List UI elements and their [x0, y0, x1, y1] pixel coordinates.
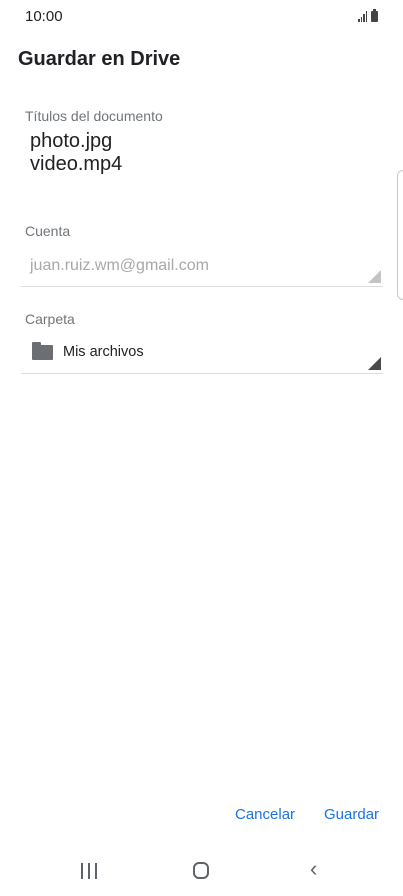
doc-title-item: video.mp4	[30, 153, 123, 175]
navigation-bar: ‹	[0, 852, 403, 896]
folder-dropdown[interactable]: Mis archivos	[21, 336, 383, 374]
cancel-button[interactable]: Cancelar	[235, 806, 295, 823]
back-icon[interactable]: ‹	[310, 858, 317, 880]
doc-title-item: photo.jpg	[30, 130, 113, 152]
signal-icon	[358, 11, 367, 22]
status-time: 10:00	[25, 8, 63, 25]
recents-icon[interactable]	[81, 863, 97, 879]
dropdown-arrow-icon	[368, 270, 381, 283]
doc-titles-list: photo.jpg video.mp4	[30, 130, 122, 176]
dropdown-arrow-icon	[368, 357, 381, 370]
scroll-handle[interactable]	[397, 170, 403, 300]
folder-value: Mis archivos	[63, 344, 144, 360]
account-value: juan.ruiz.wm@gmail.com	[30, 257, 209, 274]
save-button[interactable]: Guardar	[324, 806, 379, 823]
account-label: Cuenta	[25, 223, 71, 239]
status-icons	[358, 9, 378, 22]
battery-icon	[371, 9, 378, 22]
page-title: Guardar en Drive	[18, 48, 181, 70]
folder-label: Carpeta	[25, 311, 75, 327]
doc-titles-label: Títulos del documento	[25, 108, 163, 124]
status-bar: 10:00	[0, 0, 403, 32]
home-icon[interactable]	[193, 862, 209, 879]
account-dropdown[interactable]: juan.ruiz.wm@gmail.com	[21, 250, 383, 287]
folder-icon	[32, 342, 53, 360]
